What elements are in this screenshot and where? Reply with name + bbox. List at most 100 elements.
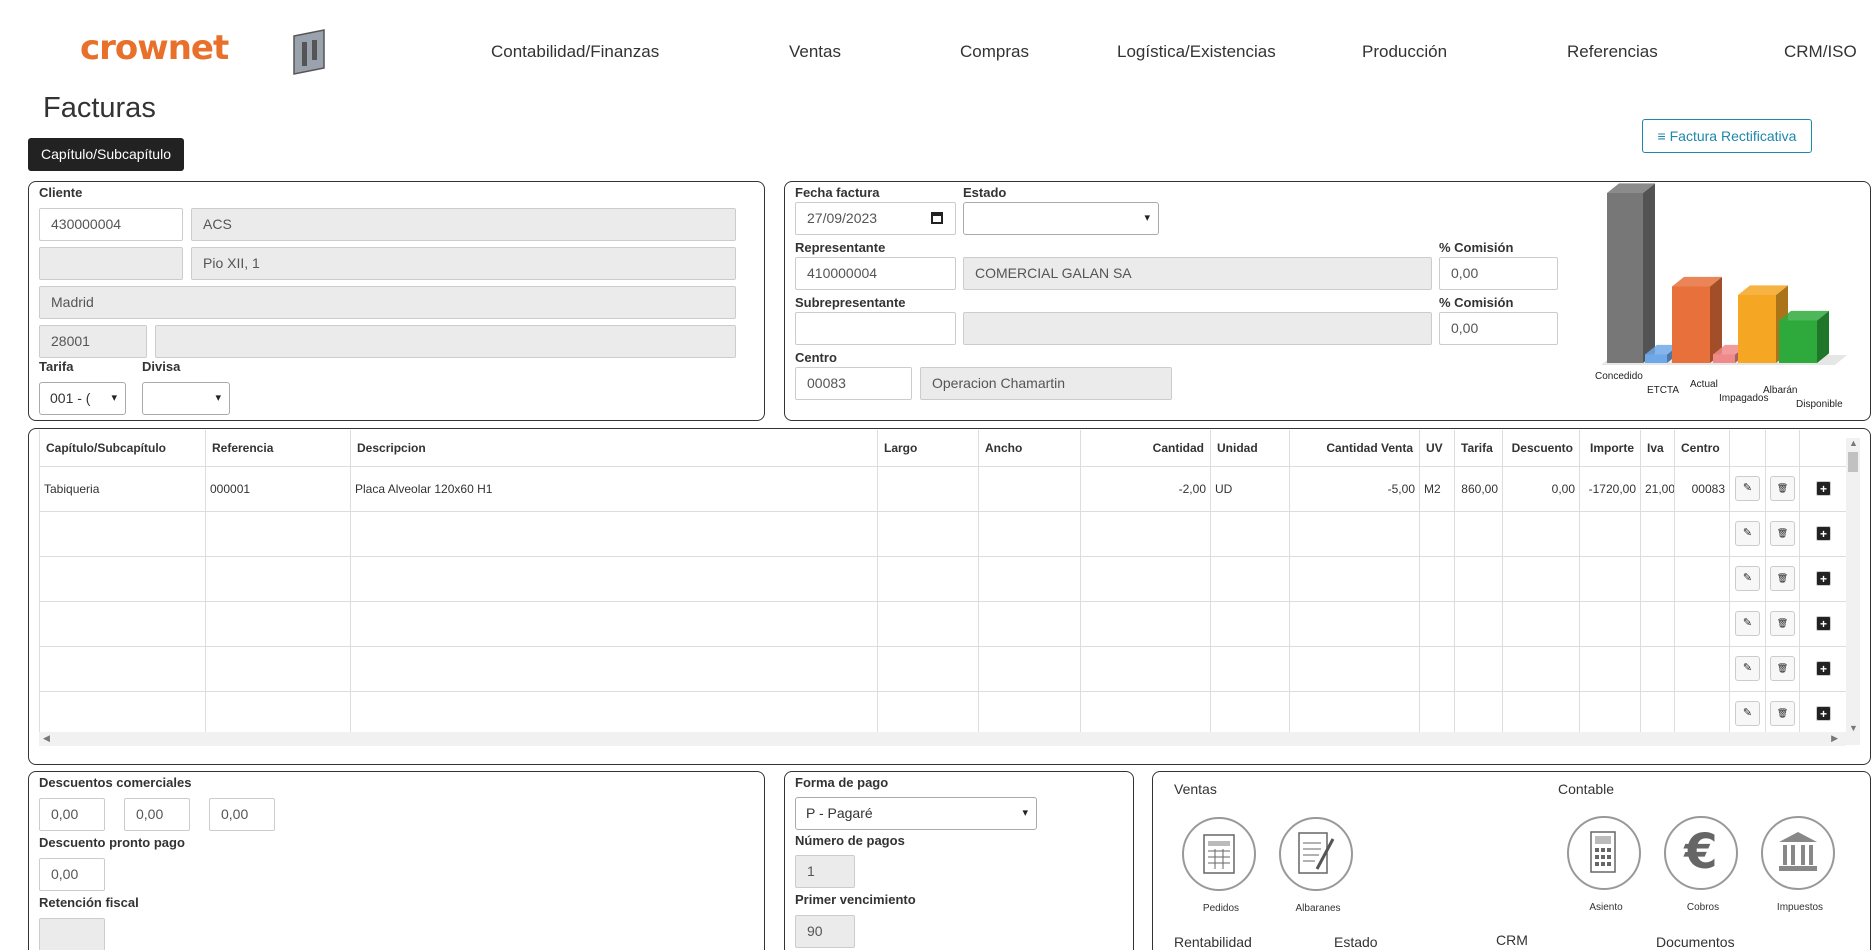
edit-icon[interactable]: ✎: [1735, 656, 1760, 681]
table-cell[interactable]: [1210, 600, 1290, 647]
table-cell[interactable]: [1674, 690, 1730, 737]
table-cell[interactable]: [1454, 690, 1503, 737]
nav-ventas[interactable]: Ventas: [789, 42, 841, 62]
table-cell[interactable]: 0,00: [1502, 465, 1580, 512]
impuestos-button[interactable]: [1761, 816, 1835, 890]
table-cell[interactable]: [877, 600, 979, 647]
column-header[interactable]: Cantidad Venta: [1289, 430, 1420, 467]
table-cell[interactable]: [39, 690, 206, 737]
table-cell[interactable]: [877, 555, 979, 602]
table-cell[interactable]: -5,00: [1289, 465, 1420, 512]
table-cell[interactable]: [1419, 510, 1455, 557]
table-cell[interactable]: [1419, 555, 1455, 602]
table-cell[interactable]: [1640, 690, 1675, 737]
table-cell[interactable]: [1210, 555, 1290, 602]
column-header[interactable]: Capítulo/Subcapítulo: [39, 430, 206, 467]
table-cell[interactable]: [350, 510, 878, 557]
table-cell[interactable]: [877, 690, 979, 737]
table-cell[interactable]: 000001: [205, 465, 351, 512]
table-cell[interactable]: [1080, 690, 1211, 737]
table-cell[interactable]: [1454, 510, 1503, 557]
rentabilidad-link[interactable]: Rentabilidad: [1174, 934, 1252, 950]
edit-icon[interactable]: ✎: [1735, 611, 1760, 636]
table-cell[interactable]: [1502, 645, 1580, 692]
table-cell[interactable]: [1674, 645, 1730, 692]
table-cell[interactable]: [1289, 555, 1420, 602]
pronto-pago-input[interactable]: 0,00: [39, 858, 105, 891]
trash-icon[interactable]: 🗑: [1770, 611, 1795, 636]
table-row[interactable]: ✎ 🗑 +: [39, 690, 1847, 737]
subrepresentante-code-input[interactable]: [795, 312, 956, 345]
table-cell[interactable]: [39, 510, 206, 557]
albaranes-button[interactable]: [1279, 817, 1353, 891]
edit-icon[interactable]: ✎: [1735, 521, 1760, 546]
table-cell[interactable]: [350, 690, 878, 737]
table-cell[interactable]: -1720,00: [1579, 465, 1641, 512]
column-header[interactable]: Cantidad: [1080, 430, 1211, 467]
nav-contabilidad[interactable]: Contabilidad/Finanzas: [491, 42, 659, 62]
table-cell[interactable]: [1454, 645, 1503, 692]
comision-input[interactable]: 0,00: [1439, 257, 1558, 290]
table-cell[interactable]: [1289, 600, 1420, 647]
add-icon[interactable]: +: [1816, 526, 1831, 541]
scroll-down-icon[interactable]: ▼: [1849, 723, 1858, 733]
table-cell[interactable]: [1289, 510, 1420, 557]
table-cell[interactable]: [1674, 510, 1730, 557]
table-cell[interactable]: [877, 465, 979, 512]
crm-link[interactable]: CRM: [1496, 932, 1528, 948]
table-cell[interactable]: M2: [1419, 465, 1455, 512]
table-cell[interactable]: [1640, 600, 1675, 647]
table-row[interactable]: ✎ 🗑 +: [39, 645, 1847, 692]
table-cell[interactable]: [978, 690, 1081, 737]
table-cell[interactable]: [1579, 510, 1641, 557]
column-header[interactable]: Ancho: [978, 430, 1081, 467]
forma-pago-select[interactable]: P - Pagaré ▾: [795, 797, 1037, 830]
rectify-invoice-button[interactable]: ≡ Factura Rectificativa: [1642, 119, 1812, 153]
table-cell[interactable]: [1674, 555, 1730, 602]
table-row[interactable]: ✎ 🗑 +: [39, 555, 1847, 602]
table-row[interactable]: ✎ 🗑 +: [39, 510, 1847, 557]
column-header[interactable]: Tarifa: [1454, 430, 1503, 467]
column-header[interactable]: Referencia: [205, 430, 351, 467]
table-cell[interactable]: [1579, 555, 1641, 602]
table-cell[interactable]: -2,00: [1080, 465, 1211, 512]
comision2-input[interactable]: 0,00: [1439, 312, 1558, 345]
table-cell[interactable]: [1502, 555, 1580, 602]
table-cell[interactable]: [350, 600, 878, 647]
table-cell[interactable]: [978, 645, 1081, 692]
column-header[interactable]: UV: [1419, 430, 1455, 467]
trash-icon[interactable]: 🗑: [1770, 701, 1795, 726]
nav-referencias[interactable]: Referencias: [1567, 42, 1658, 62]
documentos-link[interactable]: Documentos: [1656, 934, 1735, 950]
divisa-select[interactable]: ▾: [142, 382, 230, 415]
table-cell[interactable]: [1080, 600, 1211, 647]
column-header[interactable]: Unidad: [1210, 430, 1290, 467]
column-header[interactable]: Descuento: [1502, 430, 1580, 467]
centro-code-input[interactable]: 00083: [795, 367, 912, 400]
table-cell[interactable]: 21,00: [1640, 465, 1675, 512]
nav-logistica[interactable]: Logística/Existencias: [1117, 42, 1276, 62]
fecha-input[interactable]: 27/09/2023: [795, 202, 956, 235]
table-cell[interactable]: [39, 555, 206, 602]
representante-code-input[interactable]: 410000004: [795, 257, 956, 290]
table-cell[interactable]: [350, 555, 878, 602]
trash-icon[interactable]: 🗑: [1770, 566, 1795, 591]
table-cell[interactable]: 00083: [1674, 465, 1730, 512]
table-cell[interactable]: [205, 645, 351, 692]
table-cell[interactable]: [1289, 645, 1420, 692]
table-cell[interactable]: [1579, 600, 1641, 647]
table-cell[interactable]: [1502, 510, 1580, 557]
table-cell[interactable]: [1080, 555, 1211, 602]
table-cell[interactable]: [205, 555, 351, 602]
table-cell[interactable]: [1289, 690, 1420, 737]
table-cell[interactable]: [978, 600, 1081, 647]
table-cell[interactable]: 860,00: [1454, 465, 1503, 512]
brand-logo[interactable]: crownet: [80, 28, 229, 68]
table-cell[interactable]: [1419, 690, 1455, 737]
scroll-up-icon[interactable]: ▲: [1849, 438, 1858, 448]
table-cell[interactable]: [978, 465, 1081, 512]
table-cell[interactable]: [1579, 645, 1641, 692]
scroll-right-icon[interactable]: ▶: [1831, 733, 1838, 744]
table-cell[interactable]: [39, 600, 206, 647]
tarifa-select[interactable]: 001 - ( ▾: [39, 382, 126, 415]
